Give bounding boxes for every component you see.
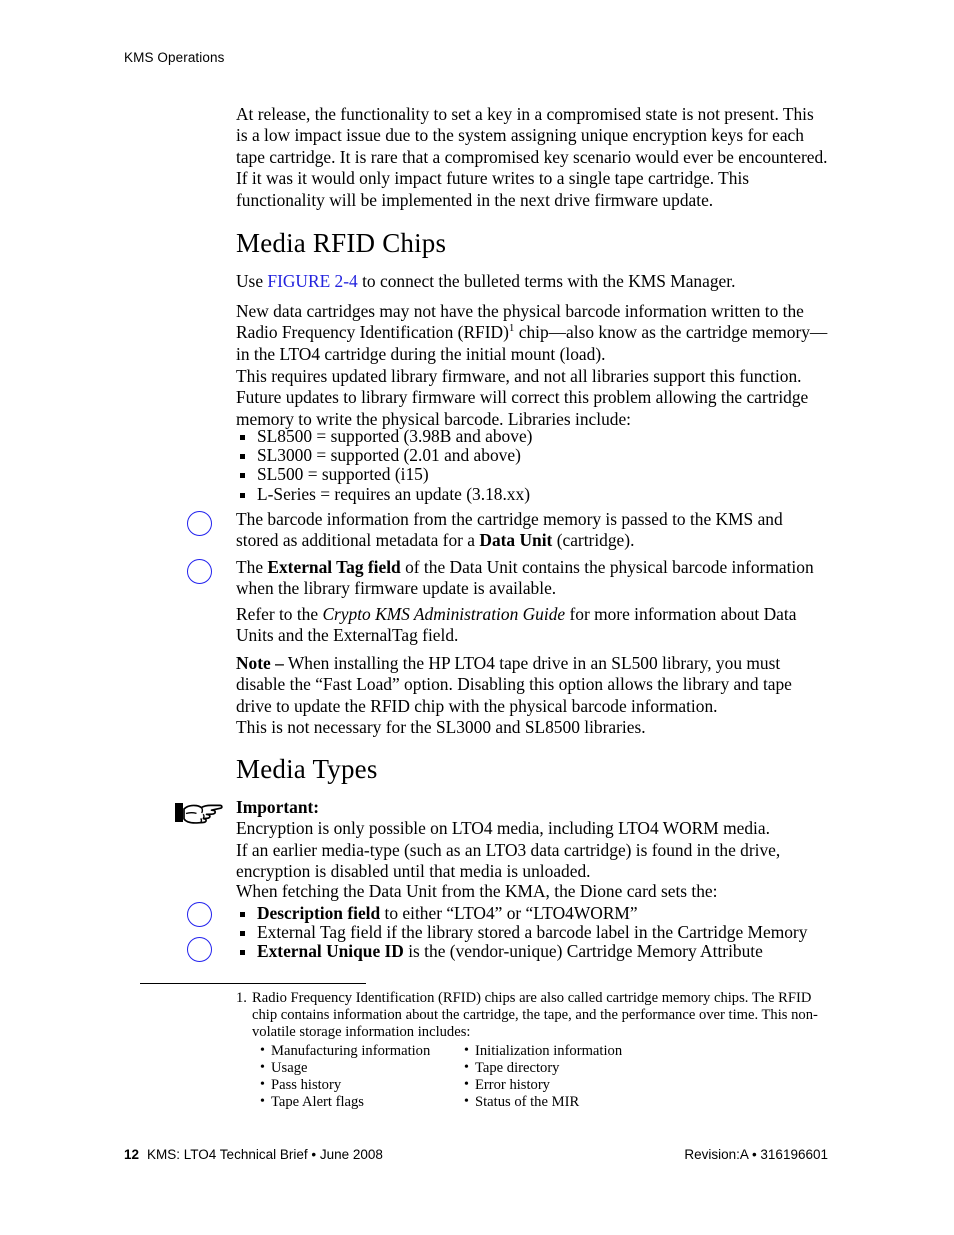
list-item-text: is the (vendor-unique) Cartridge Memory … — [403, 941, 763, 962]
library-bullet-list-block: SL8500 = supported (3.98B and above) SL3… — [236, 426, 828, 504]
footnote-column-right: Initialization information Tape director… — [464, 1042, 724, 1112]
footer-left: 12 KMS: LTO4 Technical Brief • June 2008 — [124, 1147, 383, 1162]
annotated-paragraph-1: The barcode information from the cartrid… — [236, 509, 828, 552]
list-item: Usage — [260, 1059, 465, 1077]
library-firmware-paragraph: This requires updated library firmware, … — [236, 366, 809, 429]
refer-guide-paragraph: Refer to the Crypto KMS Administration G… — [236, 604, 828, 647]
refer-guide-block: Refer to the Crypto KMS Administration G… — [236, 604, 828, 647]
media-types-bullet-list-block: Description field to either “LTO4” or “L… — [236, 903, 828, 962]
media-types-bullet-list: Description field to either “LTO4” or “L… — [236, 903, 828, 962]
important-line-2: If an earlier media-type (such as an LTO… — [236, 839, 781, 860]
footnote-separator-rule — [140, 983, 366, 984]
heading-media-types-block: Media Types — [236, 754, 828, 784]
list-item: External Unique ID is the (vendor-unique… — [236, 942, 828, 961]
external-unique-id-term: External Unique ID — [257, 941, 404, 962]
footer-left-text: KMS: LTO4 Technical Brief • June 2008 — [147, 1147, 383, 1162]
use-figure-block: Use FIGURE 2-4 to connect the bulleted t… — [236, 271, 828, 292]
list-item: Pass history — [260, 1076, 465, 1094]
important-paragraph: Important: Encryption is only possible on… — [236, 797, 828, 883]
important-line-3: encryption is disabled until that media … — [236, 861, 591, 882]
list-item: External Tag field if the library stored… — [236, 923, 828, 942]
use-figure-paragraph: Use FIGURE 2-4 to connect the bulleted t… — [236, 271, 828, 292]
list-item: Description field to either “LTO4” or “L… — [236, 903, 828, 923]
footer-right: Revision:A • 316196601 — [684, 1147, 828, 1162]
list-item: Manufacturing information — [260, 1042, 465, 1060]
library-bullet-list: SL8500 = supported (3.98B and above) SL3… — [236, 426, 828, 504]
running-header: KMS Operations — [124, 50, 225, 65]
heading-media-types: Media Types — [236, 754, 378, 784]
annotation-circle-4[interactable] — [187, 937, 212, 962]
intro-paragraph: At release, the functionality to set a k… — [236, 104, 828, 210]
list-item-text: to either “LTO4” or “LTO4WORM” — [380, 903, 638, 923]
note-body: When installing the HP LTO4 tape drive i… — [236, 653, 792, 716]
document-page: KMS Operations At release, the functiona… — [0, 0, 954, 1235]
list-item: Initialization information — [464, 1042, 724, 1060]
list-item: SL8500 = supported (3.98B and above) — [236, 426, 828, 446]
pointing-hand-icon — [173, 795, 225, 833]
new-cartridges-block: New data cartridges may not have the phy… — [236, 301, 828, 365]
library-firmware-block: This requires updated library firmware, … — [236, 366, 828, 430]
list-item: Tape directory — [464, 1059, 724, 1077]
page-number: 12 — [124, 1147, 140, 1162]
note-body-line2: This is not necessary for the SL3000 and… — [236, 717, 646, 738]
crypto-kms-admin-guide-title: Crypto KMS Administration Guide — [322, 604, 566, 624]
note-block: Note – When installing the HP LTO4 tape … — [236, 653, 828, 739]
heading-media-rfid-chips: Media RFID Chips — [236, 228, 447, 258]
annotated-paragraph-2: The External Tag field of the Data Unit … — [236, 557, 828, 600]
annotated-2-text-1: The — [236, 557, 268, 577]
annotation-circle-1[interactable] — [187, 511, 212, 536]
data-unit-term: Data Unit — [479, 530, 553, 551]
figure-2-4-link[interactable]: FIGURE 2-4 — [267, 271, 357, 291]
new-cartridges-paragraph: New data cartridges may not have the phy… — [236, 301, 828, 365]
annotated-1-text-2: (cartridge). — [552, 530, 635, 551]
annotation-circle-2[interactable] — [187, 559, 212, 584]
list-item: Status of the MIR — [464, 1093, 724, 1111]
list-item-text: External Tag field if the library stored… — [257, 922, 808, 943]
annotation-circle-3[interactable] — [187, 902, 212, 927]
annotated-paragraph-2-block: The External Tag field of the Data Unit … — [236, 557, 828, 600]
footnote-column-left: Manufacturing information Usage Pass his… — [260, 1042, 465, 1112]
list-item: Tape Alert flags — [260, 1093, 465, 1111]
intro-paragraph-block: At release, the functionality to set a k… — [236, 104, 828, 211]
description-field-term: Description field — [257, 903, 381, 923]
use-figure-prefix: Use — [236, 271, 268, 291]
list-item: L-Series = requires an update (3.18.xx) — [236, 484, 828, 504]
heading-media-rfid-chips-block: Media RFID Chips — [236, 228, 828, 258]
list-item: SL500 = supported (i15) — [236, 465, 828, 484]
dione-intro-paragraph: When fetching the Data Unit from the KMA… — [236, 881, 718, 901]
footnote-list-left: Manufacturing information Usage Pass his… — [260, 1042, 465, 1112]
list-item: Error history — [464, 1076, 724, 1094]
note-paragraph: Note – When installing the HP LTO4 tape … — [236, 653, 828, 739]
important-label: Important: — [236, 797, 320, 817]
annotated-paragraph-1-block: The barcode information from the cartrid… — [236, 509, 828, 552]
note-label: Note – — [236, 653, 284, 673]
refer-text-1: Refer to the — [236, 604, 323, 624]
use-figure-suffix: to connect the bulleted terms with the K… — [357, 271, 736, 291]
dione-intro-block: When fetching the Data Unit from the KMA… — [236, 881, 828, 902]
important-block: Important: Encryption is only possible on… — [236, 797, 828, 883]
important-line-1: Encryption is only possible on LTO4 medi… — [236, 818, 770, 839]
footnote-number: 1. — [236, 990, 247, 1006]
footnote-columns: Manufacturing information Usage Pass his… — [236, 1042, 836, 1115]
list-item: SL3000 = supported (2.01 and above) — [236, 446, 828, 465]
footnote-block: 1. Radio Frequency Identification (RFID)… — [236, 990, 836, 1115]
footnote-text: Radio Frequency Identification (RFID) ch… — [252, 990, 818, 1041]
external-tag-field-term: External Tag field — [267, 557, 401, 577]
footnote-item: 1. Radio Frequency Identification (RFID)… — [236, 990, 836, 1042]
footnote-list-right: Initialization information Tape director… — [464, 1042, 724, 1112]
